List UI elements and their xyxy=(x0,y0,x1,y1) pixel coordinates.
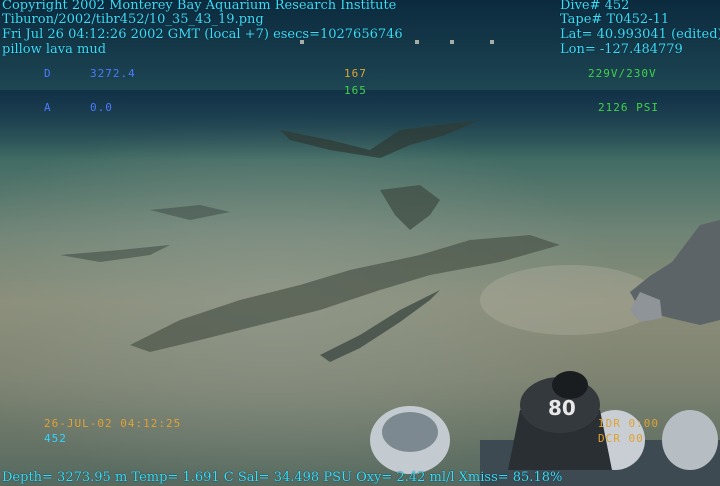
recorder-tag-2: DCR 00 xyxy=(598,432,644,445)
push-core-tube-3 xyxy=(662,410,718,470)
sampler-knob xyxy=(552,371,588,399)
sensor-readout-line: Depth= 3273.95 m Temp= 1.691 C Sal= 34.4… xyxy=(2,470,563,485)
sediment-plume xyxy=(480,265,660,335)
video-dive-number: 452 xyxy=(44,432,67,445)
push-core-tube-1-opening xyxy=(382,412,438,452)
tape-number-text: Tape# T0452-11 xyxy=(560,12,670,27)
sampler-number-label: 80 xyxy=(548,396,576,420)
recorder-tag-1: IDR 0:00 xyxy=(598,417,659,430)
altitude-label: A xyxy=(44,101,52,114)
description-text: pillow lava mud xyxy=(2,42,107,57)
timestamp-text: Fri Jul 26 04:12:26 2002 GMT (local +7) … xyxy=(2,27,403,42)
file-path-text: Tiburon/2002/tibr452/10_35_43_19.png xyxy=(2,12,264,27)
hud-marker xyxy=(300,40,304,44)
heading-readout-secondary: 165 xyxy=(344,84,367,97)
depth-label: D xyxy=(44,67,52,80)
hud-marker xyxy=(415,40,419,44)
longitude-text: Lon= -127.484779 xyxy=(560,42,683,57)
lava-fragment-upper xyxy=(150,205,230,220)
hud-marker xyxy=(450,40,454,44)
pressure-readout: 2126 PSI xyxy=(598,101,659,114)
depth-readout: 3272.4 xyxy=(90,67,136,80)
hud-marker xyxy=(490,40,494,44)
esecs-text: esecs=1027656746 xyxy=(273,27,403,42)
lava-fragment xyxy=(380,185,440,230)
sediment-crack xyxy=(280,120,480,158)
seafloor-video-frame: 80 Copyright 2002 Monterey Bay Aquarium … xyxy=(0,0,720,486)
latitude-text: Lat= 40.993041 (edited) xyxy=(560,27,720,42)
voltage-readout: 229V/230V xyxy=(588,67,657,80)
altitude-readout: 0.0 xyxy=(90,101,113,114)
video-datetime: 26-JUL-02 04:12:25 xyxy=(44,417,182,430)
heading-readout: 167 xyxy=(344,67,367,80)
lava-fragment-left xyxy=(60,245,170,262)
